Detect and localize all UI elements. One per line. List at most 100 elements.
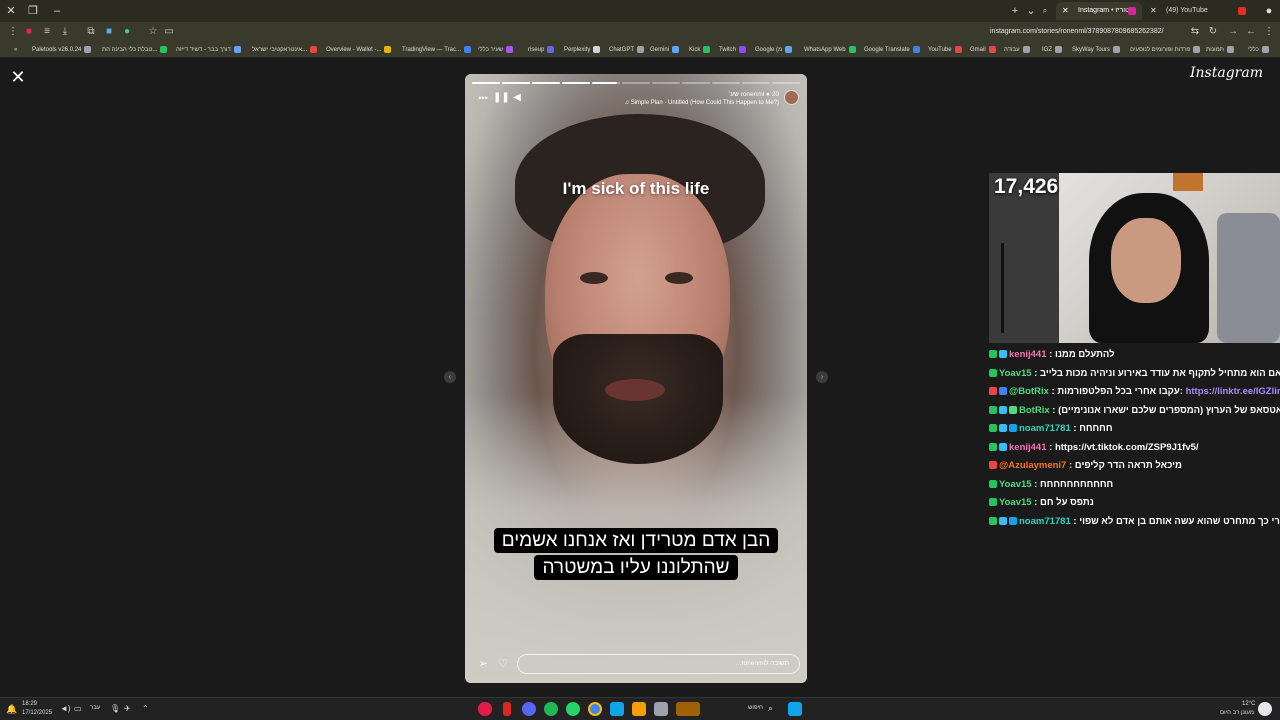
chat-username[interactable]: noam71781: [1019, 516, 1071, 527]
bookmark-item[interactable]: WhatsApp Web: [804, 44, 856, 56]
chat-username[interactable]: @BotRix: [1009, 386, 1049, 397]
weather-temp[interactable]: 12°C: [1242, 701, 1255, 707]
chat-username[interactable]: Yoav15: [999, 479, 1032, 490]
weather-desc[interactable]: מעונן רב היום: [1220, 710, 1254, 716]
mic-icon[interactable]: 🎙: [110, 704, 120, 713]
bookmark-item[interactable]: Google (מ: [755, 44, 793, 56]
download-icon[interactable]: ⤓: [58, 25, 72, 39]
extension-puzzle-icon[interactable]: ⧉: [84, 25, 98, 39]
chat-link[interactable]: https://linktr.ee/IGZlin: [1186, 386, 1280, 397]
tab-instagram[interactable]: ✕ Instagram • סטוריז: [1056, 2, 1142, 20]
tab-list-icon[interactable]: ⌄: [1024, 4, 1038, 18]
bookmark-item[interactable]: Twitch: [719, 44, 747, 56]
taskbar-date[interactable]: 17/12/2025: [22, 710, 52, 716]
search-image-icon[interactable]: [676, 702, 700, 716]
display-icon[interactable]: ▭: [74, 704, 82, 713]
bookmark-star-icon[interactable]: ☆: [146, 25, 160, 39]
chrome-icon[interactable]: [588, 702, 602, 716]
extension-red-icon[interactable]: ■: [22, 25, 36, 39]
volume-icon[interactable]: ◀: [511, 92, 523, 104]
instagram-logo[interactable]: Instagram: [1190, 65, 1263, 81]
start-icon[interactable]: [788, 702, 802, 716]
bookmark-item[interactable]: שעיר כללי: [478, 44, 514, 56]
extension-green-icon[interactable]: ●: [120, 25, 134, 39]
site-settings-icon[interactable]: ⇆: [1188, 25, 1202, 39]
bookmark-item[interactable]: YouTube: [928, 44, 962, 56]
tab-search-icon[interactable]: ⌕: [1038, 4, 1052, 18]
file-explorer-icon[interactable]: [632, 702, 646, 716]
bookmark-item[interactable]: IGZ: [1042, 44, 1062, 56]
taskbar-search[interactable]: חיפוש: [748, 705, 763, 711]
app-icon-9[interactable]: [654, 702, 668, 716]
avatar[interactable]: [784, 90, 799, 105]
notifications-icon[interactable]: 🔔: [6, 704, 17, 715]
bookmark-item[interactable]: TradingView — Trac...: [402, 44, 472, 56]
speaker-icon[interactable]: ◄): [60, 704, 71, 713]
bookmark-item[interactable]: תמונות: [1206, 44, 1234, 56]
previous-story-button[interactable]: ‹: [444, 371, 456, 383]
more-options-icon[interactable]: •••: [477, 92, 489, 104]
story-username[interactable]: ronenml ● 20 שע': [729, 91, 779, 98]
tab-youtube[interactable]: ✕ (49) YouTube: [1144, 2, 1252, 20]
spotify-icon[interactable]: [544, 702, 558, 716]
bookmark-item[interactable]: כללי: [1248, 44, 1269, 56]
new-tab-icon[interactable]: +: [1008, 4, 1022, 18]
story-username-label[interactable]: ronenml: [741, 91, 764, 98]
chat-username[interactable]: kenij441: [1009, 349, 1047, 360]
profile-icon[interactable]: ●: [1262, 4, 1276, 18]
bookmark-item[interactable]: riseup: [528, 44, 555, 56]
extensions-icon[interactable]: ⋮: [6, 25, 20, 39]
forward-icon[interactable]: →: [1226, 25, 1240, 39]
bookmark-item[interactable]: דורך בבר - דשיד דייזה: [176, 44, 241, 56]
app-icon-7[interactable]: [610, 702, 624, 716]
heart-icon[interactable]: ♡: [497, 658, 509, 670]
tray-chevron-icon[interactable]: ⌃: [142, 704, 149, 713]
weather-icon[interactable]: [1258, 702, 1272, 716]
close-icon[interactable]: ✕: [10, 68, 26, 86]
chat-username[interactable]: @Azulaymeni7: [999, 460, 1066, 471]
window-close-icon[interactable]: ✕: [4, 4, 18, 18]
chat-username[interactable]: noam71781: [1019, 423, 1071, 434]
bookmark-item[interactable]: טבלת כלי הבינה הת...: [102, 44, 168, 56]
bookmark-item[interactable]: Paletools v26.0.24: [32, 44, 92, 56]
reply-input[interactable]: תשובה לronenml...: [517, 654, 800, 674]
window-minimize-icon[interactable]: –: [50, 4, 64, 18]
story-card[interactable]: ••• ❚❚ ◀ ronenml ● 20 שע' ♫ Simple Plan …: [465, 74, 807, 683]
bookmark-item[interactable]: SkyWay Tours: [1072, 44, 1121, 56]
tab-close-icon[interactable]: ✕: [1150, 2, 1157, 20]
translate-icon[interactable]: ≡: [40, 25, 54, 39]
bookmark-item[interactable]: עבודה: [1004, 44, 1030, 56]
pause-icon[interactable]: ❚❚: [493, 92, 510, 104]
tab-close-icon[interactable]: ✕: [1062, 2, 1069, 20]
menu-icon[interactable]: ⋮: [1262, 25, 1276, 39]
window-restore-icon[interactable]: ❐: [26, 4, 40, 18]
taskbar-time[interactable]: 18:29: [22, 701, 37, 707]
bookmark-item[interactable]: Kick: [689, 44, 711, 56]
app-icon-2[interactable]: [503, 702, 511, 716]
bookmark-item[interactable]: Google Translate: [864, 44, 920, 56]
bookmark-item[interactable]: אינטראקטיבי ישראל...: [252, 44, 318, 56]
extension-blue-icon[interactable]: ■: [102, 25, 116, 39]
input-language[interactable]: עבר: [90, 705, 100, 711]
share-icon[interactable]: ➢: [477, 658, 489, 670]
bookmark-item[interactable]: Perplexity: [564, 44, 601, 56]
bookmark-item[interactable]: Gmail: [970, 44, 996, 56]
bookmark-item[interactable]: Overview - Wallet -...: [326, 44, 392, 56]
chat-username[interactable]: kenij441: [1009, 442, 1047, 453]
bookmark-item[interactable]: ChatGPT: [609, 44, 645, 56]
bookmark-item[interactable]: Gemini: [650, 44, 680, 56]
chat-username[interactable]: Yoav15: [999, 368, 1032, 379]
steam-icon[interactable]: ✈: [124, 704, 131, 713]
bookmarks-overflow-icon[interactable]: «: [14, 44, 17, 56]
app-icon-1[interactable]: [478, 702, 492, 716]
whatsapp-icon[interactable]: [566, 702, 580, 716]
chat-username[interactable]: BotRix: [1019, 405, 1050, 416]
chat-username[interactable]: Yoav15: [999, 497, 1032, 508]
next-story-button[interactable]: ›: [816, 371, 828, 383]
refresh-icon[interactable]: ↻: [1206, 25, 1220, 39]
discord-icon[interactable]: [522, 702, 536, 716]
url-field[interactable]: instagram.com/stories/ronenml/3789087809…: [990, 26, 1185, 38]
search-icon[interactable]: ⌕: [768, 703, 773, 714]
cast-icon[interactable]: ▭: [162, 25, 176, 39]
back-icon[interactable]: ←: [1244, 25, 1258, 39]
